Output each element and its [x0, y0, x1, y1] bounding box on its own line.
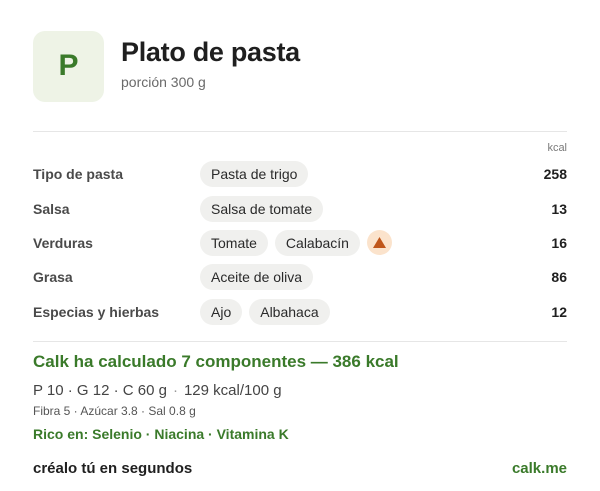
rich-in-line: Rico en: Selenio · Niacina · Vitamina K: [33, 426, 289, 442]
table-row: Tipo de pasta Pasta de trigo 258: [33, 157, 567, 191]
ingredient-chips: Tomate Calabacín: [200, 229, 392, 256]
macros-separator: ·: [172, 382, 178, 399]
row-label: Salsa: [33, 200, 70, 217]
ingredient-chip[interactable]: Albahaca: [249, 298, 330, 325]
dish-header: P Plato de pasta porción 300 g: [33, 30, 300, 102]
summary-title: Calk ha calculado 7 componentes — 386 kc…: [33, 352, 399, 371]
dish-titles: Plato de pasta porción 300 g: [121, 37, 300, 90]
footer-cta: créalo tú en segundos: [33, 460, 193, 477]
table-row: Verduras Tomate Calabacín 16: [33, 226, 567, 260]
nutrition-summary: Calk ha calculado 7 componentes — 386 kc…: [33, 352, 567, 442]
table-row: Especias y hierbas Ajo Albahaca 12: [33, 295, 567, 329]
ingredient-chip[interactable]: Pasta de trigo: [200, 161, 309, 188]
dish-title: Plato de pasta: [121, 36, 300, 67]
minor-nutrients: Fibra 5 · Azúcar 3.8 · Sal 0.8 g: [33, 404, 196, 418]
ingredient-chip[interactable]: Ajo: [200, 298, 243, 325]
warning-triangle-icon[interactable]: [366, 230, 392, 256]
row-kcal: 258: [543, 166, 567, 183]
ingredient-chips: Salsa de tomate: [200, 195, 324, 222]
row-kcal: 13: [551, 200, 567, 217]
table-row: Salsa Salsa de tomate 13: [33, 191, 567, 225]
ingredient-chips: Aceite de oliva: [200, 264, 314, 291]
portion-subtitle: porción 300 g: [121, 73, 206, 90]
energy-density: 129 kcal/100 g: [183, 382, 282, 399]
row-label: Especias y hierbas: [33, 303, 160, 320]
ingredient-chip[interactable]: Calabacín: [274, 229, 360, 256]
row-kcal: 16: [551, 234, 567, 251]
ingredient-chip[interactable]: Tomate: [200, 229, 268, 256]
top-divider: [33, 131, 567, 132]
ingredient-chips: Ajo Albahaca: [200, 298, 330, 325]
calk-link[interactable]: calk.me: [512, 460, 567, 477]
dish-avatar-letter: P: [58, 49, 79, 82]
ingredient-chip[interactable]: Salsa de tomate: [200, 195, 324, 222]
kcal-column-header: kcal: [547, 142, 567, 154]
ingredient-chips: Pasta de trigo: [200, 161, 309, 188]
macros-values: P 10 · G 12 · C 60 g: [33, 382, 167, 399]
row-kcal: 12: [551, 303, 567, 320]
row-kcal: 86: [551, 269, 567, 286]
row-label: Tipo de pasta: [33, 166, 123, 183]
dish-avatar: P: [33, 30, 104, 102]
macros-line: P 10 · G 12 · C 60 g · 129 kcal/100 g: [33, 382, 567, 399]
table-row: Grasa Aceite de oliva 86: [33, 260, 567, 294]
row-label: Grasa: [33, 269, 73, 286]
summary-divider: [33, 341, 567, 342]
ingredient-chip[interactable]: Aceite de oliva: [200, 264, 314, 291]
row-label: Verduras: [33, 234, 93, 251]
components-table: Tipo de pasta Pasta de trigo 258 Salsa S…: [33, 157, 567, 329]
